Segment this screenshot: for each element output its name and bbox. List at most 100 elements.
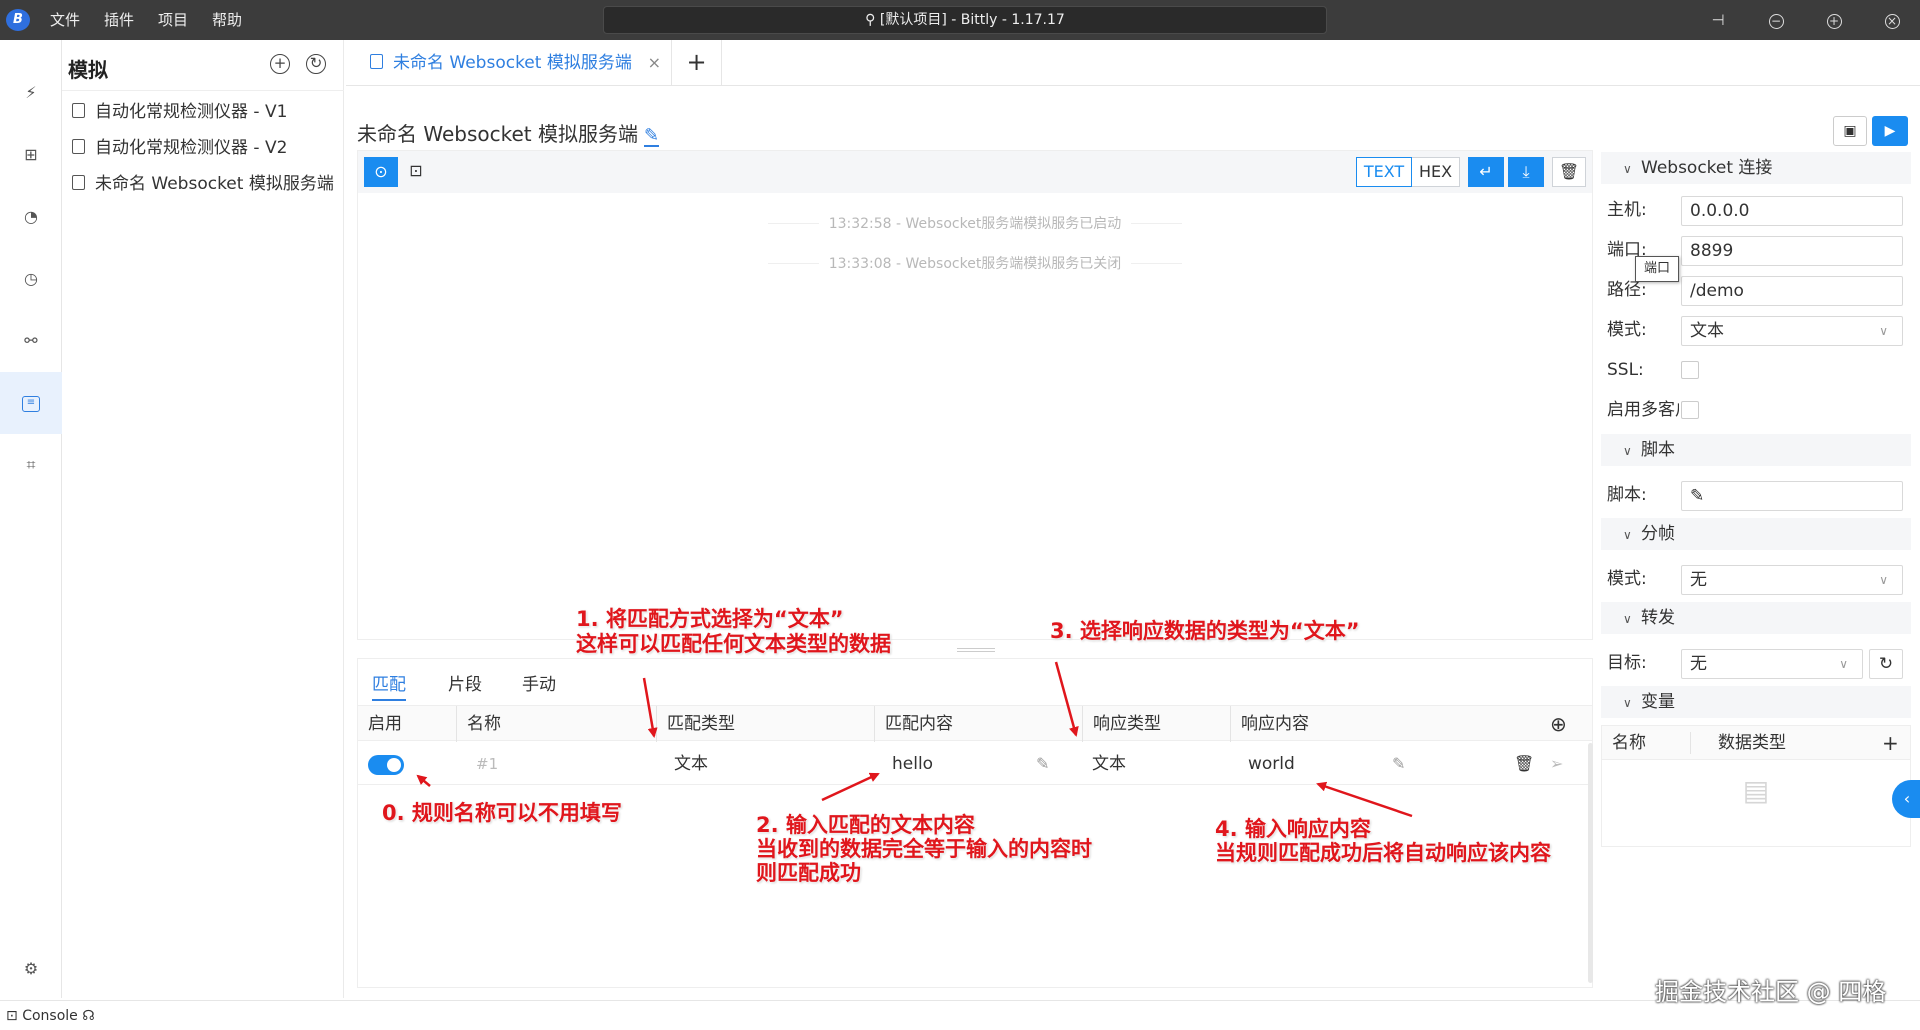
edit-icon[interactable]: ✎ (1392, 743, 1405, 785)
rule-name-input[interactable]: #1 (476, 743, 498, 785)
activity-device-icon[interactable]: ⊞ (0, 132, 62, 178)
enable-toggle[interactable] (368, 755, 404, 775)
text-mode-button[interactable]: TEXT (1356, 157, 1412, 187)
edit-icon[interactable]: ✎ (1036, 743, 1049, 785)
command-search[interactable]: ⚲ [默认项目] - Bittly - 1.17.17 (603, 6, 1327, 34)
mode-select[interactable]: 文本 ∨ (1681, 316, 1903, 346)
section-frame[interactable]: ∨ 分帧 (1601, 518, 1911, 550)
tab-label: 未命名 Websocket 模拟服务端 (393, 53, 632, 73)
chevron-down-icon: ∨ (1879, 324, 1888, 338)
document-icon (370, 53, 383, 69)
system-message: 13:32:58 - Websocket服务端模拟服务已启动 (358, 213, 1592, 233)
ssl-checkbox[interactable] (1681, 361, 1699, 379)
tab-fragment[interactable]: 片段 (448, 669, 482, 701)
tree-item[interactable]: 自动化常规检测仪器 - V2 (72, 134, 342, 162)
script-label: 脚本: (1607, 485, 1647, 505)
match-type-value[interactable]: 文本 (674, 743, 708, 785)
wrap-icon[interactable]: ↵ (1468, 157, 1504, 187)
tab-websocket-server[interactable]: 未命名 Websocket 模拟服务端 × (350, 40, 672, 86)
forward-target-select[interactable]: 无 ∨ (1681, 649, 1863, 679)
scrollbar[interactable] (1588, 743, 1593, 983)
section-websocket[interactable]: ∨ Websocket 连接 (1601, 152, 1911, 184)
refresh-icon[interactable]: ↻ (306, 54, 326, 74)
message-panel: ⊙ ⊡ TEXT HEX ↵ ⤓ 🗑 13:32:58 - Websocket服… (357, 150, 1593, 640)
annotation-2-line1: 2. 输入匹配的文本内容 (756, 813, 975, 837)
close-window-button[interactable]: × (1882, 10, 1902, 30)
response-content-value[interactable]: world (1248, 743, 1295, 785)
edit-icon[interactable]: ✎ (644, 127, 660, 147)
settings-icon[interactable]: ⚙ (0, 946, 62, 992)
path-input[interactable]: /demo (1681, 276, 1903, 306)
menu-project[interactable]: 项目 (158, 0, 188, 40)
activity-plug-icon[interactable]: ⚡ (0, 70, 62, 116)
edit-icon: ✎ (1690, 486, 1705, 506)
console-button[interactable]: ⊡ Console ☊ (6, 1001, 95, 1030)
trash-icon[interactable]: 🗑 (1552, 157, 1586, 187)
run-button[interactable]: ▶ (1872, 116, 1908, 146)
mode-value: 文本 (1690, 321, 1724, 341)
rules-table-header: 启用 名称 匹配类型 匹配内容 响应类型 响应内容 ⊕ (358, 705, 1592, 742)
search-text: [默认项目] - Bittly - 1.17.17 (879, 12, 1065, 28)
multi-client-checkbox[interactable] (1681, 401, 1699, 419)
close-icon[interactable]: × (648, 40, 661, 86)
pin-icon[interactable]: ⊣ (1708, 10, 1728, 30)
multi-client-label: 启用多客户 (1607, 400, 1679, 420)
side-panel: 模拟 + ↻ 自动化常规检测仪器 - V1 自动化常规检测仪器 - V2 未命名… (62, 40, 344, 998)
match-content-value[interactable]: hello (892, 743, 933, 785)
console-label: Console (22, 1008, 78, 1024)
tree-item[interactable]: 自动化常规检测仪器 - V1 (72, 98, 342, 126)
empty-icon: ▤ (1742, 774, 1770, 807)
section-forward[interactable]: ∨ 转发 (1601, 602, 1911, 634)
add-variable-button[interactable]: + (1882, 726, 1899, 760)
activity-scan-icon[interactable]: ⌗ (0, 442, 62, 488)
headset-icon: ☊ (77, 1008, 95, 1024)
port-tooltip: 端口 (1635, 256, 1679, 282)
tab-manual[interactable]: 手动 (522, 669, 556, 701)
app-logo: B (6, 9, 30, 31)
menu-help[interactable]: 帮助 (212, 0, 242, 40)
frame-mode-label: 模式: (1607, 569, 1647, 589)
document-icon (72, 138, 85, 154)
activity-history-icon[interactable]: ◷ (0, 256, 62, 302)
maximize-button[interactable]: + (1824, 10, 1844, 30)
menu-bar: 文件 插件 项目 帮助 (50, 0, 266, 40)
delete-icon[interactable]: 🗑 (1514, 743, 1534, 785)
activity-link-icon[interactable]: ⚯ (0, 318, 62, 364)
section-script[interactable]: ∨ 脚本 (1601, 434, 1911, 466)
message-toolbar: ⊙ ⊡ TEXT HEX ↵ ⤓ 🗑 (358, 151, 1592, 193)
response-type-value[interactable]: 文本 (1092, 743, 1126, 785)
frame-mode-select[interactable]: 无 ∨ (1681, 565, 1903, 595)
column-var-name: 名称 (1612, 733, 1646, 753)
terminal-view-icon[interactable]: ⊡ (402, 157, 430, 187)
chat-view-icon[interactable]: ⊙ (364, 157, 398, 187)
annotation-3: 3. 选择响应数据的类型为“文本” (1050, 619, 1360, 643)
tab-match[interactable]: 匹配 (372, 669, 406, 701)
save-button[interactable]: ▣ (1833, 116, 1867, 146)
hex-mode-button[interactable]: HEX (1412, 157, 1460, 187)
activity-simulate-icon[interactable]: ≡ (0, 372, 62, 434)
section-title: Websocket 连接 (1641, 158, 1773, 178)
scroll-bottom-icon[interactable]: ⤓ (1508, 157, 1544, 187)
new-tab-button[interactable]: + (672, 40, 722, 86)
minimize-button[interactable]: − (1766, 10, 1786, 30)
refresh-icon[interactable]: ↻ (1869, 649, 1903, 679)
column-var-type: 数据类型 (1718, 733, 1786, 753)
add-icon[interactable]: + (270, 54, 290, 74)
menu-file[interactable]: 文件 (50, 0, 80, 40)
tree-item[interactable]: 未命名 Websocket 模拟服务端 (72, 170, 342, 198)
section-title: 变量 (1641, 692, 1675, 712)
resize-handle[interactable] (957, 648, 995, 652)
divider (1690, 732, 1691, 754)
activity-gauge-icon[interactable]: ◔ (0, 194, 62, 240)
host-input[interactable]: 0.0.0.0 (1681, 196, 1903, 226)
port-input[interactable]: 8899 (1681, 236, 1903, 266)
config-panel: ∨ Websocket 连接 主机: 0.0.0.0 端口: 8899 路径: /… (1601, 150, 1911, 850)
activity-bar: ⚡ ⊞ ◔ ◷ ⚯ ≡ ⌗ ⚙ (0, 40, 62, 998)
add-rule-icon[interactable]: ⊕ (1550, 706, 1567, 742)
send-icon[interactable]: ➢ (1550, 743, 1563, 785)
annotation-4-line2: 当规则匹配成功后将自动响应该内容 (1215, 841, 1551, 865)
section-variables[interactable]: ∨ 变量 (1601, 686, 1911, 718)
script-edit-input[interactable]: ✎ (1681, 481, 1903, 511)
menu-plugins[interactable]: 插件 (104, 0, 134, 40)
mode-label: 模式: (1607, 320, 1647, 340)
